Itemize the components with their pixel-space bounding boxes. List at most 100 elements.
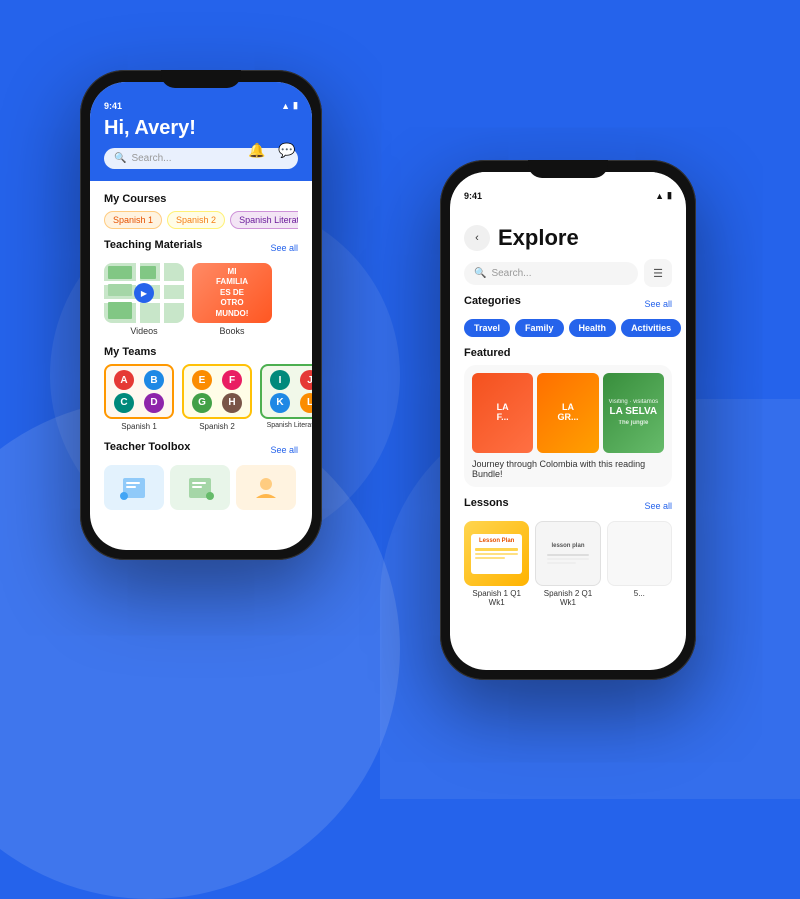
categories-title: Categories [464,295,521,307]
categories-see-all[interactable]: See all [644,299,672,309]
categories-header: Categories See all [464,295,672,313]
phone-2: 9:41 ▲ ▮ ‹ Explore 🔍 Search... [440,160,696,680]
teaching-materials-header: Teaching Materials See all [104,239,298,257]
team-spanish2[interactable]: E F G H Spanish 2 [182,364,252,431]
featured-title: Featured [464,347,672,359]
phone1-header: Hi, Avery! 🔔 💬 🔍 Search... [90,113,312,181]
phone1-greeting: Hi, Avery! [104,117,298,140]
toolbox-items [104,465,298,510]
avatar-8: H [222,393,242,413]
chip-travel[interactable]: Travel [464,319,510,337]
phone2-screen: 9:41 ▲ ▮ ‹ Explore 🔍 Search... [450,172,686,670]
teacher-toolbox-header: Teacher Toolbox See all [104,441,298,459]
team-spanish1[interactable]: A B C D Spanish 1 [104,364,174,431]
avatar-11: K [270,393,290,413]
toolbox-item-3[interactable] [236,465,296,510]
back-arrow-icon: ‹ [475,232,479,244]
avatar-4: D [144,393,164,413]
featured-card[interactable]: LAF... LAGR... Visiting · visitamos LA S… [464,365,672,487]
phone-1: 9:41 ▲ ▮ Hi, Avery! 🔔 💬 🔍 Search... [80,70,322,560]
featured-book-2: LAGR... [537,373,598,453]
lesson-thumb-2: lesson plan [535,521,600,586]
book-thumb: MIFAMILIAES DEOTROMUNDO! [192,263,272,323]
phone2-status-time: 9:41 [464,191,482,201]
battery2-icon: ▮ [667,190,672,201]
filter-button[interactable]: ☰ [644,259,672,287]
filter-icon: ☰ [653,267,663,280]
toolbox-item-2[interactable] [170,465,230,510]
phone2-status-icons: ▲ ▮ [655,190,672,201]
phone1-header-icons: 🔔 💬 [246,139,298,161]
teacher-toolbox-title: Teacher Toolbox [104,441,190,453]
phone2-search-bar[interactable]: 🔍 Search... [464,262,638,285]
chip-health[interactable]: Health [569,319,617,337]
wifi2-icon: ▲ [655,191,664,201]
material-books[interactable]: MIFAMILIAES DEOTROMUNDO! Books [192,263,272,336]
phone1-body: My Courses Spanish 1 Spanish 2 Spanish L… [90,181,312,518]
teams-grid: A B C D Spanish 1 E F G H [104,364,298,431]
lesson-label-1: Spanish 1 Q1 Wk1 [464,589,529,607]
material-videos[interactable]: ▶ Videos [104,263,184,336]
avatar-1: A [114,370,134,390]
phone1-status-time: 9:41 [104,101,122,111]
wifi-icon: ▲ [281,101,290,111]
avatar-3: C [114,393,134,413]
course-chips: Spanish 1 Spanish 2 Spanish Literatu... [104,211,298,229]
toolbox-item-1[interactable] [104,465,164,510]
search-icon: 🔍 [114,153,126,164]
team-spanishlit-label: Spanish Literature [260,422,312,429]
teaching-materials-title: Teaching Materials [104,239,202,251]
team-spanish-lit[interactable]: I J K L Spanish Literature [260,364,312,431]
my-teams-title: My Teams [104,346,298,358]
featured-description: Journey through Colombia with this readi… [472,459,664,479]
lessons-see-all[interactable]: See all [644,501,672,511]
phone2-body: Categories See all Travel Family Health … [450,295,686,607]
teaching-materials-see-all[interactable]: See all [270,243,298,253]
my-courses-title: My Courses [104,193,298,205]
featured-books: LAF... LAGR... Visiting · visitamos LA S… [472,373,664,453]
avatar-10: J [300,370,312,390]
course-chip-spanish2[interactable]: Spanish 2 [167,211,225,229]
course-chip-spanish-lit[interactable]: Spanish Literatu... [230,211,298,229]
chip-activities[interactable]: Activities [621,319,681,337]
featured-book-1: LAF... [472,373,533,453]
lesson-card-1[interactable]: Lesson Plan Spanish 1 Q1 Wk1 [464,521,529,607]
battery-icon: ▮ [293,100,298,111]
avatar-9: I [270,370,290,390]
lesson-label-2: Spanish 2 Q1 Wk1 [535,589,600,607]
team-spanish1-avatars: A B C D [104,364,174,419]
avatar-7: G [192,393,212,413]
phone2-search-row: 🔍 Search... ☰ [450,259,686,295]
lesson-card-3[interactable]: 5... [607,521,672,607]
phone1-search-placeholder: Search... [131,153,171,164]
avatar-6: F [222,370,242,390]
team-spanish1-label: Spanish 1 [104,422,174,431]
chip-family[interactable]: Family [515,319,564,337]
team-spanish2-label: Spanish 2 [182,422,252,431]
phone2-notch [528,160,608,178]
back-button[interactable]: ‹ [464,225,490,251]
video-thumb: ▶ [104,263,184,323]
team-spanishlit-avatars: I J K L [260,364,312,419]
lessons-title: Lessons [464,497,509,509]
phones-container: 9:41 ▲ ▮ Hi, Avery! 🔔 💬 🔍 Search... [20,30,780,770]
phone2-search-icon: 🔍 [474,268,486,279]
lessons-header: Lessons See all [464,497,672,515]
categories-chips: Travel Family Health Activities [464,319,672,337]
teacher-toolbox-see-all[interactable]: See all [270,445,298,455]
bell-icon[interactable]: 🔔 [246,139,268,161]
book-label: Books [192,326,272,336]
phone1-notch [161,70,241,88]
message-icon[interactable]: 💬 [276,139,298,161]
phone1-screen: 9:41 ▲ ▮ Hi, Avery! 🔔 💬 🔍 Search... [90,82,312,550]
avatar-2: B [144,370,164,390]
video-label: Videos [104,326,184,336]
lesson-thumb-1: Lesson Plan [464,521,529,586]
avatar-5: E [192,370,212,390]
course-chip-spanish1[interactable]: Spanish 1 [104,211,162,229]
phone2-header: ‹ Explore [450,203,686,259]
lesson-label-3: 5... [607,589,672,598]
phone2-title: Explore [498,225,579,251]
materials-grid: ▶ Videos MIFAMILIAES DEOTROMUNDO! [104,263,298,336]
lesson-card-2[interactable]: lesson plan Spanish 2 Q1 Wk1 [535,521,600,607]
